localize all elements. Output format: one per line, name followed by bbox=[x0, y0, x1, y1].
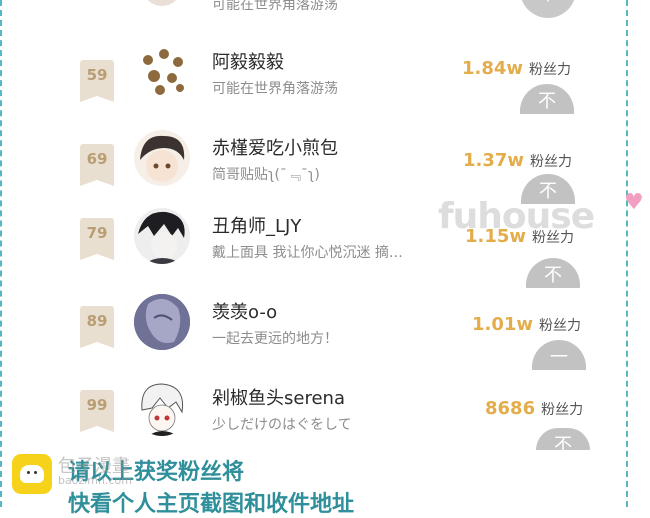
follow-icon: 不 bbox=[539, 0, 557, 5]
rank-badge: 59 bbox=[80, 60, 114, 102]
follow-button[interactable]: 不 bbox=[520, 0, 576, 18]
fans-number: 1.37w bbox=[463, 150, 525, 171]
rank-badge: 79 bbox=[80, 218, 114, 260]
notice-line-2: 快看个人主页截图和收件地址 bbox=[68, 492, 355, 517]
follow-button[interactable]: 不 bbox=[520, 84, 574, 114]
overlay-domain: baozimh.com bbox=[58, 474, 132, 487]
user-name[interactable]: 阿毅毅毅 bbox=[212, 48, 284, 74]
signature: 可能在世界角落游荡 bbox=[212, 0, 338, 13]
follow-icon: 不 bbox=[544, 265, 562, 286]
fans-label: 粉丝力 bbox=[529, 62, 572, 78]
fans-count: 1.84w 粉丝力 bbox=[462, 58, 571, 79]
follow-button[interactable]: 不 bbox=[526, 258, 580, 288]
signature: 戴上面具 我让你心悦沉迷 摘… bbox=[212, 245, 403, 261]
avatar[interactable] bbox=[142, 0, 182, 6]
list-item[interactable]: 89 羡羡o-o 一起去更远的地方！ 1.01w 粉丝力 一 bbox=[0, 292, 620, 378]
eye-icon bbox=[34, 471, 37, 474]
fans-count: 1.37w 粉丝力 bbox=[463, 150, 572, 171]
bottom-banner: 请以上获奖粉丝将 快看个人主页截图和收件地址 包子漫畫 baozimh.com bbox=[0, 452, 650, 517]
fans-number: 8686 bbox=[485, 398, 536, 419]
avatar[interactable] bbox=[134, 44, 190, 100]
user-name[interactable]: 羡羡o-o bbox=[212, 298, 277, 324]
user-name[interactable]: 赤槿爱吃小煎包 bbox=[212, 134, 338, 160]
avatar[interactable] bbox=[134, 130, 190, 186]
watermark-text: fuhouse bbox=[438, 196, 595, 237]
avatar-image-icon bbox=[140, 135, 185, 182]
avatar-image-icon bbox=[141, 383, 184, 436]
fans-count: 1.01w 粉丝力 bbox=[472, 314, 581, 335]
fans-number: 1.01w bbox=[472, 314, 534, 335]
avatar[interactable] bbox=[134, 294, 190, 350]
bun-face-icon bbox=[20, 465, 44, 483]
signature: 可能在世界角落游荡 bbox=[212, 81, 338, 97]
fans-label: 粉丝力 bbox=[530, 154, 573, 170]
bun-logo-icon bbox=[12, 454, 52, 494]
fans-count: 8686 粉丝力 bbox=[485, 398, 583, 419]
fans-label: 粉丝力 bbox=[539, 318, 582, 334]
partial-top-row: 可能在世界角落游荡 不 bbox=[0, 0, 620, 20]
follow-button[interactable]: 一 bbox=[532, 340, 586, 370]
user-name[interactable]: 丑角师_LJY bbox=[212, 212, 301, 238]
right-dashed-border bbox=[626, 0, 628, 507]
follow-icon: 一 bbox=[550, 347, 568, 368]
eye-icon bbox=[27, 471, 30, 474]
rank-badge: 99 bbox=[80, 390, 114, 432]
avatar-image-icon bbox=[138, 211, 185, 264]
fans-label: 粉丝力 bbox=[541, 402, 584, 418]
heart-icon: ♥ bbox=[624, 190, 644, 215]
user-name[interactable]: 剁椒鱼头serena bbox=[212, 384, 345, 410]
avatar[interactable] bbox=[134, 380, 190, 436]
signature: 少しだけのはぐをして bbox=[212, 417, 352, 433]
avatar-image-icon bbox=[143, 49, 184, 95]
avatar[interactable] bbox=[134, 208, 190, 264]
signature: 一起去更远的地方！ bbox=[212, 331, 338, 347]
rank-badge: 69 bbox=[80, 144, 114, 186]
avatar-image-icon bbox=[134, 294, 190, 350]
signature: 简哥贴贴ʅ(¯﹃¯ʅ) bbox=[212, 167, 320, 183]
fans-number: 1.84w bbox=[462, 58, 524, 79]
follow-button[interactable]: 不 bbox=[536, 428, 590, 456]
list-item[interactable]: 59 阿毅毅毅 可能在世界角落游荡 1.84w 粉丝力 不 bbox=[0, 42, 620, 128]
follow-icon: 不 bbox=[538, 91, 556, 112]
rank-badge: 89 bbox=[80, 306, 114, 348]
